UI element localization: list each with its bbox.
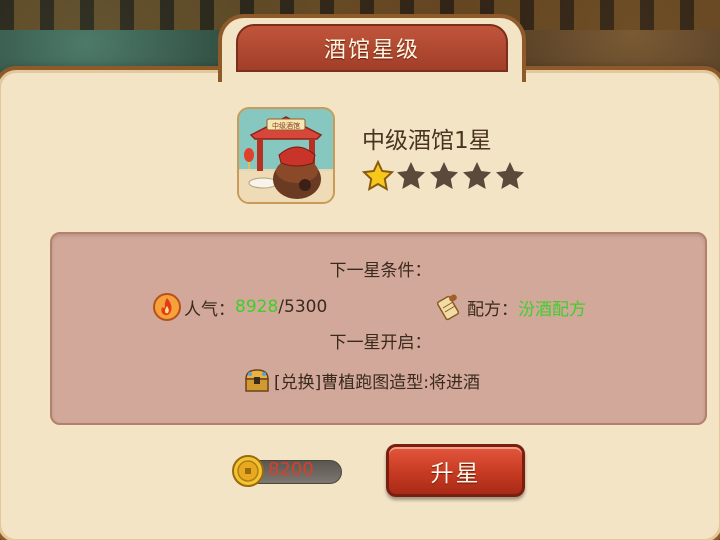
next-star-info-box: 下一星条件： 人气： 8928 / 5300 配方： 汾酒配方 下一星开启： […	[50, 232, 707, 425]
tavern-level-name: 中级酒馆1星	[362, 128, 492, 154]
upgrade-star-button[interactable]: 升星	[386, 444, 525, 497]
star-empty-icon	[397, 162, 425, 189]
star-filled-icon	[362, 160, 394, 191]
popularity-condition: 人气： 8928 / 5300	[152, 292, 327, 322]
conditions-line: 人气： 8928 / 5300 配方： 汾酒配方	[152, 292, 632, 322]
panel-title: 酒馆星级	[323, 38, 420, 63]
scroll-icon	[436, 294, 460, 321]
fire-icon	[153, 293, 181, 321]
upgrade-star-label: 升星	[430, 460, 481, 487]
star-empty-icon	[496, 162, 524, 189]
popularity-current: 8928	[235, 297, 279, 317]
recipe-condition: 配方： 汾酒配方	[435, 292, 586, 322]
popularity-label: 人气：	[184, 299, 235, 320]
treasure-chest-icon	[245, 369, 269, 392]
tavern-icon: 中级酒馆	[237, 107, 335, 204]
unlock-reward: [兑换]曹植跑图造型:将进酒	[242, 365, 480, 395]
coin-icon	[232, 455, 264, 487]
tavern-sign-text: 中级酒馆	[272, 121, 300, 130]
recipe-value: 汾酒配方	[518, 299, 586, 320]
star-rating	[362, 160, 526, 192]
star-empty-icon	[430, 162, 458, 189]
recipe-label: 配方：	[467, 299, 518, 320]
conditions-title: 下一星条件：	[329, 261, 432, 281]
unlock-title: 下一星开启：	[329, 333, 432, 353]
title-banner: 酒馆星级	[236, 24, 508, 72]
popularity-required: 5300	[284, 297, 328, 317]
reward-text: [兑换]曹植跑图造型:将进酒	[274, 372, 480, 393]
star-empty-icon	[463, 162, 491, 189]
cost-amount: 8200	[268, 459, 314, 480]
